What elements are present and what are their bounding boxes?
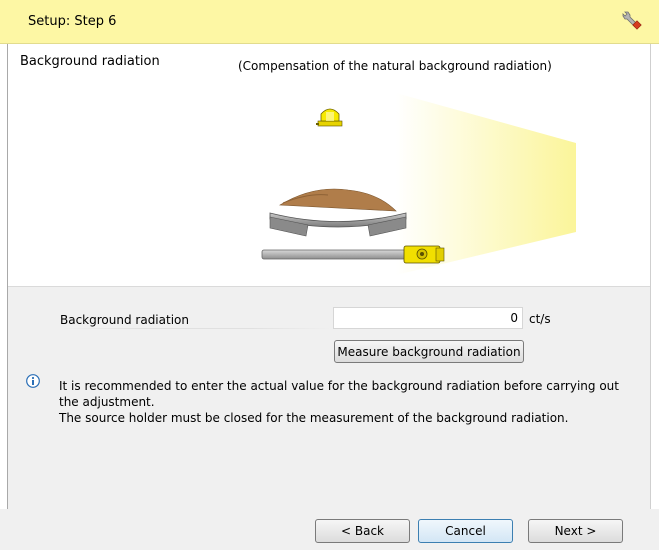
background-radiation-input[interactable] [333,307,523,329]
label-underline [60,328,332,329]
info-line-2: The source holder must be closed for the… [59,411,569,425]
info-message: It is recommended to enter the actual va… [59,378,629,426]
wrench-icon[interactable] [621,9,643,31]
conveyor-belt-icon [269,188,407,237]
warning-light-icon [316,108,343,127]
unit-label: ct/s [529,312,551,326]
cancel-button[interactable]: Cancel [418,519,513,543]
back-button[interactable]: < Back [315,519,410,543]
measure-background-radiation-button[interactable]: Measure background radiation [334,340,524,363]
source-holder-icon [261,245,445,264]
title-bar: Setup: Step 6 [0,0,659,44]
right-border [650,44,651,509]
background-radiation-label: Background radiation [60,313,189,327]
button-bar: < Back Cancel Next > [0,509,659,550]
window-title: Setup: Step 6 [28,14,117,29]
form-panel: Background radiation ct/s Measure backgr… [8,287,650,509]
next-button[interactable]: Next > [528,519,623,543]
info-line-1: It is recommended to enter the actual va… [59,379,619,409]
illustration-drawing [261,93,576,275]
illustration-panel: Background radiation (Compensation of th… [8,45,650,287]
info-icon [26,374,40,388]
